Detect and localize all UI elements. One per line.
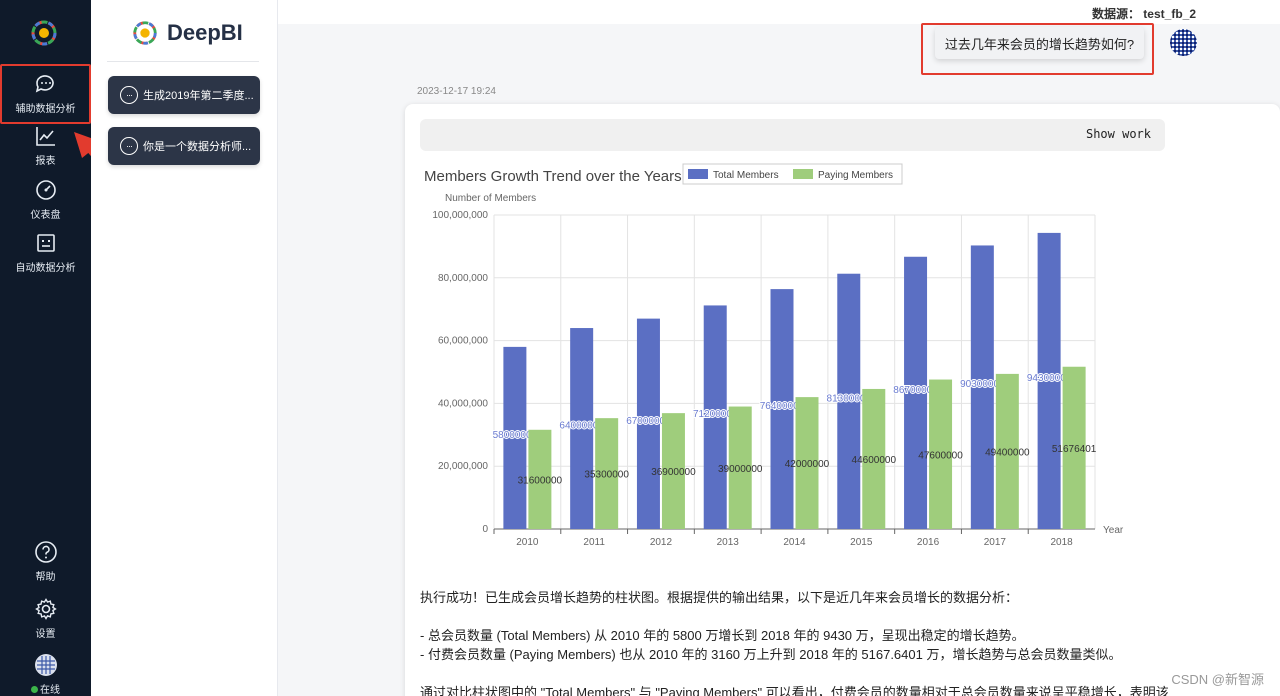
data-label: 42000000 (785, 459, 830, 470)
members-bar-chart: Members Growth Trend over the Years Numbe… (424, 163, 1124, 548)
nav-label: 帮助 (35, 572, 56, 583)
y-tick-label: 0 (482, 524, 488, 535)
y-tick-label: 80,000,000 (438, 273, 488, 284)
avatar-icon (34, 654, 57, 676)
nav-user[interactable]: 在线 (0, 653, 91, 696)
nav-settings[interactable]: 设置 (0, 597, 91, 640)
x-tick-label: 2018 (1050, 537, 1073, 548)
result-line: 通过对比柱状图中的 "Total Members" 与 "Paying Memb… (420, 685, 1169, 696)
show-work-button[interactable]: Show work (420, 119, 1165, 151)
chat-bubble-icon: ··· (120, 86, 138, 104)
chat-bubble-icon: ··· (120, 137, 138, 155)
x-tick-label: 2010 (516, 537, 539, 548)
nav-label: 自动数据分析 (15, 263, 76, 274)
line-chart-icon (35, 127, 55, 146)
help-icon (34, 541, 57, 563)
top-bar: 数据源： test_fb_2 (278, 0, 1280, 24)
conversation-label: 生成2019年第二季度... (143, 90, 254, 102)
divider (107, 61, 259, 62)
data-label: 39000000 (718, 464, 763, 475)
y-tick-label: 40,000,000 (438, 398, 488, 409)
conversation-label: 你是一个数据分析师... (143, 141, 252, 153)
data-label: 49400000 (985, 447, 1030, 458)
nav-label: 设置 (35, 629, 56, 640)
data-label: 47600000 (918, 450, 963, 461)
chat-main: 数据源： test_fb_2 过去几年来会员的增长趋势如何? 2023-12-1… (278, 0, 1280, 696)
user-avatar (1170, 29, 1197, 56)
nav-help[interactable]: 帮助 (0, 540, 91, 583)
gear-icon (34, 598, 57, 620)
brand: DeepBI (131, 18, 243, 48)
legend-swatch (688, 169, 708, 179)
conversation-item[interactable]: ··· 生成2019年第二季度... (108, 76, 260, 114)
legend-swatch (793, 169, 813, 179)
x-axis-label: Year (1103, 525, 1124, 536)
result-line: - 总会员数量 (Total Members) 从 2010 年的 5800 万… (420, 628, 1025, 643)
x-tick-label: 2013 (717, 537, 740, 548)
y-tick-label: 20,000,000 (438, 461, 488, 472)
y-axis-label: Number of Members (445, 193, 536, 204)
data-label: 36900000 (651, 467, 696, 478)
online-status-label: 在线 (40, 685, 60, 696)
conversation-panel: DeepBI ··· 生成2019年第二季度... ··· 你是一个数据分析师.… (91, 0, 278, 696)
answer-card: Show work Members Growth Trend over the … (405, 104, 1280, 696)
watermark: CSDN @新智源 (1171, 672, 1264, 687)
x-tick-label: 2014 (783, 537, 806, 548)
app-window: 辅助数据分析 报表 仪表盘 自动数据分析 帮助 设置 在线 DeepBI ···… (0, 0, 1280, 696)
data-label: 51676401 (1052, 444, 1097, 455)
result-text: 执行成功！已生成会员增长趋势的柱状图。根据提供的输出结果，以下是近几年来会员增长… (420, 588, 1180, 696)
legend-label: Total Members (713, 170, 779, 181)
brand-name: DeepBI (167, 20, 243, 45)
online-status-dot (31, 686, 38, 693)
nav-label: 辅助数据分析 (15, 104, 76, 115)
result-line: - 付费会员数量 (Paying Members) 也从 2010 年的 316… (420, 647, 1122, 662)
nav-label: 仪表盘 (30, 210, 61, 221)
result-line: 执行成功！已生成会员增长趋势的柱状图。根据提供的输出结果，以下是近几年来会员增长… (420, 590, 1019, 605)
data-label: 44600000 (852, 455, 897, 466)
chat-icon (35, 75, 54, 93)
x-tick-label: 2011 (583, 537, 605, 548)
conversation-item[interactable]: ··· 你是一个数据分析师... (108, 127, 260, 165)
datasource-label[interactable]: 数据源： test_fb_2 (1092, 5, 1196, 22)
x-tick-label: 2015 (850, 537, 873, 548)
y-tick-label: 100,000,000 (432, 210, 488, 221)
nav-assisted-analysis[interactable]: 辅助数据分析 (0, 64, 91, 124)
app-logo-icon[interactable] (29, 18, 59, 48)
x-tick-label: 2016 (917, 537, 940, 548)
nav-label: 报表 (35, 156, 56, 167)
deepbi-logo-icon (133, 21, 157, 45)
chart-title: Members Growth Trend over the Years (424, 168, 682, 185)
user-question-bubble: 过去几年来会员的增长趋势如何? (935, 27, 1144, 59)
legend-label: Paying Members (818, 170, 893, 181)
gauge-icon (35, 180, 56, 200)
message-timestamp: 2023-12-17 19:24 (417, 86, 496, 97)
y-tick-label: 60,000,000 (438, 336, 488, 347)
robot-icon (36, 234, 55, 252)
nav-rail: 辅助数据分析 报表 仪表盘 自动数据分析 帮助 设置 在线 (0, 0, 91, 696)
data-label: 35300000 (584, 470, 629, 481)
x-tick-label: 2017 (984, 537, 1007, 548)
x-tick-label: 2012 (650, 537, 673, 548)
data-label: 31600000 (518, 475, 563, 486)
